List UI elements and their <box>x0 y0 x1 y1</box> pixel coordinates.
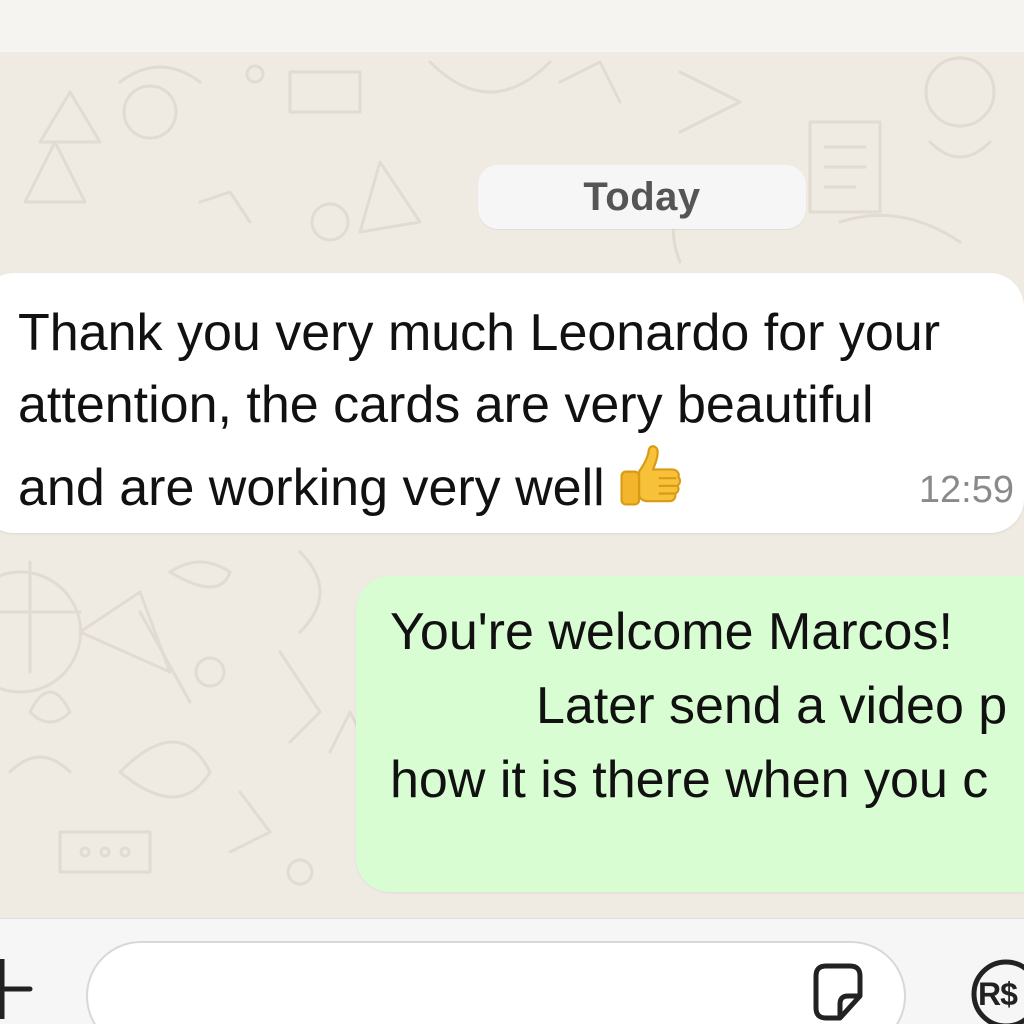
outgoing-message-bubble[interactable]: You're welcome Marcos! Later send a vide… <box>356 576 1024 892</box>
top-bar <box>0 0 1024 52</box>
incoming-message-text: Thank you very much Leonardo for your at… <box>18 297 1018 530</box>
message-timestamp: 12:59 <box>918 469 1014 511</box>
outgoing-message-line-1: You're welcome Marcos! <box>390 603 953 661</box>
sticker-icon-svg <box>813 963 863 1021</box>
incoming-message-bubble[interactable]: Thank you very much Leonardo for your at… <box>0 273 1024 533</box>
incoming-message-body: Thank you very much Leonardo for your at… <box>18 304 941 517</box>
outgoing-message-line-3: how it is there when you c <box>390 751 989 809</box>
thumbs-up-emoji-svg <box>620 445 681 506</box>
message-input[interactable] <box>86 941 906 1024</box>
plus-icon-svg <box>0 956 33 1022</box>
payment-icon[interactable]: R$ <box>968 956 1024 1024</box>
outgoing-message-line-2: Later send a video p <box>536 677 1008 735</box>
sticker-icon[interactable] <box>806 962 870 1024</box>
date-separator: Today <box>478 165 806 229</box>
composer-bar <box>0 918 1024 1024</box>
plus-icon[interactable] <box>0 956 42 1022</box>
thumbs-up-icon <box>615 441 685 530</box>
payment-label: R$ <box>978 976 1018 1012</box>
